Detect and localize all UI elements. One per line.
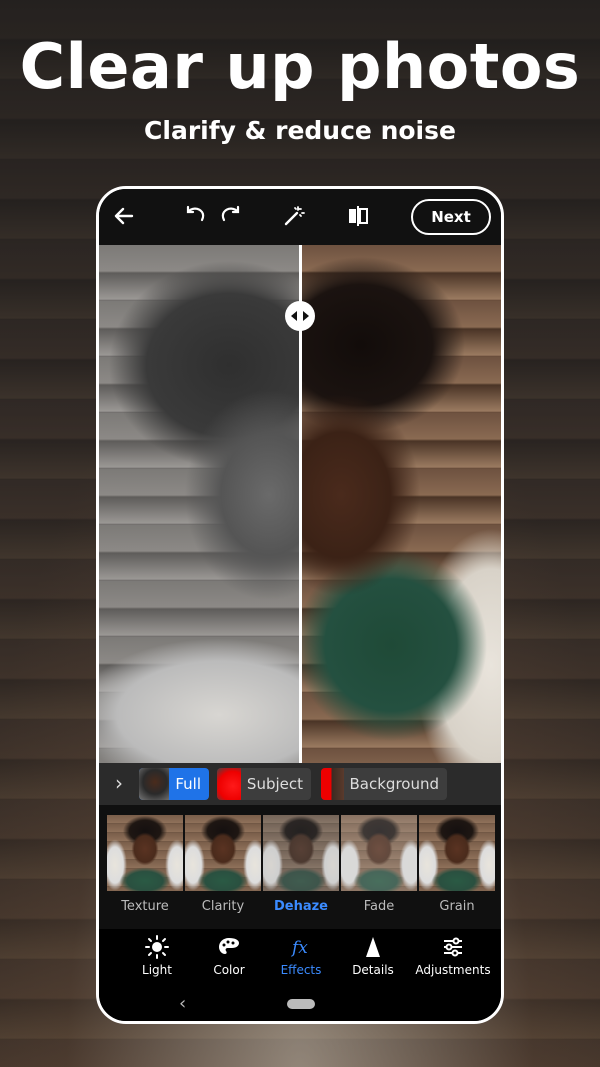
editor-toolbar: Next	[99, 189, 501, 245]
promo-headline: Clear up photos	[19, 30, 581, 103]
mask-thumbnail	[321, 768, 344, 800]
effect-label: Fade	[363, 899, 395, 914]
effect-thumbnail	[341, 815, 417, 891]
undo-icon[interactable]	[181, 201, 211, 231]
effect-grain[interactable]: Grain	[419, 815, 495, 914]
split-arrows-icon	[291, 311, 309, 321]
tab-label: Adjustments	[415, 963, 491, 977]
nav-back-icon[interactable]: ‹	[179, 993, 186, 1014]
triangle-icon	[366, 937, 380, 957]
effect-label: Clarity	[201, 899, 245, 914]
tab-label: Light	[142, 963, 172, 977]
sliders-icon	[444, 937, 462, 957]
palette-icon	[219, 938, 239, 954]
effect-thumbnail	[419, 815, 495, 891]
effect-fade[interactable]: Fade	[341, 815, 417, 914]
sun-icon	[145, 935, 169, 959]
mask-thumbnail	[139, 768, 170, 800]
magic-wand-icon[interactable]	[279, 201, 309, 231]
effect-thumbnail	[107, 815, 183, 891]
mask-option-background[interactable]: Background	[321, 768, 447, 800]
effects-presets: Texture Clarity Dehaze Fade Grain	[99, 805, 501, 929]
tab-details[interactable]: Details	[335, 935, 411, 977]
chevron-right-icon[interactable]: ›	[115, 771, 123, 795]
effect-texture[interactable]: Texture	[107, 815, 183, 914]
tab-effects[interactable]: fx Effects	[263, 935, 339, 977]
mask-option-full[interactable]: Full	[139, 768, 209, 800]
arrow-left-icon[interactable]	[109, 201, 139, 231]
mask-option-subject[interactable]: Subject	[217, 768, 311, 800]
tab-light[interactable]: Light	[119, 935, 195, 977]
promo-subheadline: Clarify & reduce noise	[144, 116, 456, 145]
tab-adjustments[interactable]: Adjustments	[405, 935, 501, 977]
tab-label: Effects	[280, 963, 322, 977]
redo-icon[interactable]	[215, 201, 245, 231]
tab-color[interactable]: Color	[191, 935, 267, 977]
effect-label: Dehaze	[273, 899, 329, 914]
tab-label: Details	[352, 963, 394, 977]
compare-handle[interactable]	[285, 301, 315, 331]
phone-frame: Next › Full Subject Background Texture C…	[96, 186, 504, 1024]
svg-text:fx: fx	[290, 938, 308, 958]
effect-clarity[interactable]: Clarity	[185, 815, 261, 914]
mask-option-label: Background	[349, 775, 440, 793]
mask-option-label: Subject	[246, 775, 303, 793]
mask-option-label: Full	[175, 775, 201, 793]
system-nav-bar: ‹	[99, 987, 501, 1021]
nav-home-pill[interactable]	[287, 999, 315, 1009]
fx-icon: fx	[290, 938, 308, 958]
photo-after	[301, 245, 501, 763]
photo-before	[99, 245, 301, 763]
mask-thumbnail	[217, 768, 241, 800]
tab-label: Color	[213, 963, 245, 977]
effect-label: Texture	[121, 899, 169, 914]
compare-icon[interactable]	[343, 201, 373, 231]
effect-label: Grain	[439, 899, 475, 914]
effect-thumbnail	[185, 815, 261, 891]
edit-tab-bar: Light Color fx Effects Details Adjustmen…	[99, 929, 501, 987]
effect-dehaze[interactable]: Dehaze	[263, 815, 339, 914]
mask-selector: › Full Subject Background	[99, 763, 501, 805]
effect-thumbnail	[263, 815, 339, 891]
next-button[interactable]: Next	[411, 199, 491, 235]
photo-preview[interactable]	[99, 245, 501, 763]
